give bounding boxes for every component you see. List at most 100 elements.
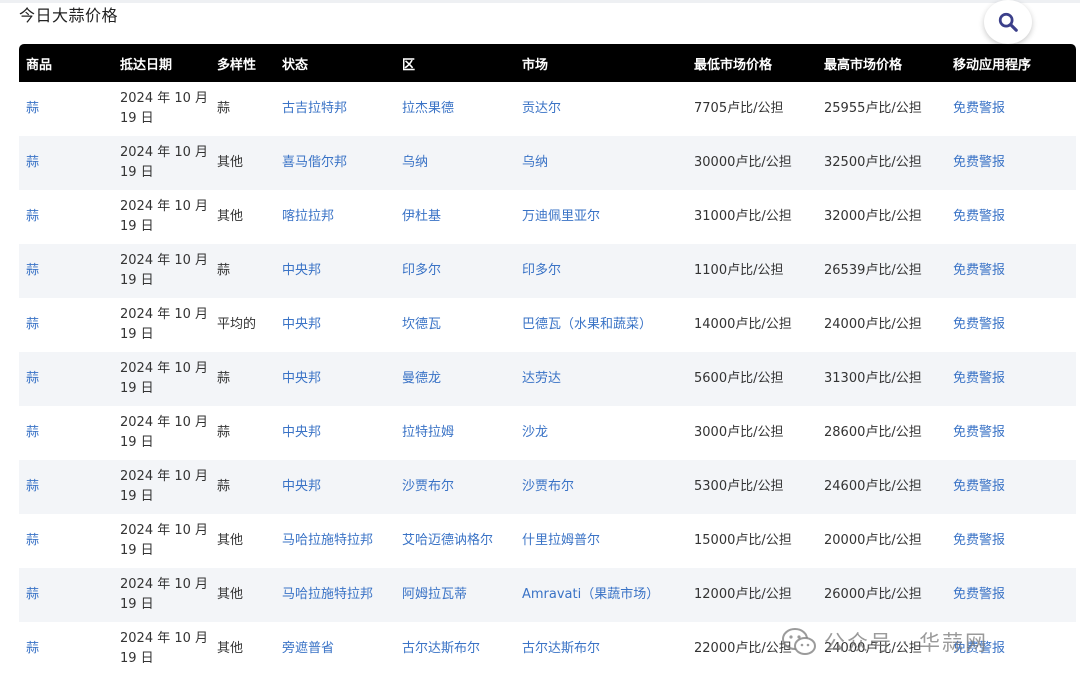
cell-max-price: 25955卢比/公担 bbox=[824, 101, 922, 116]
cell-market[interactable]: 达劳达 bbox=[522, 371, 561, 386]
cell-state[interactable]: 中央邦 bbox=[282, 263, 321, 278]
cell-commodity-cell: 蒜 bbox=[19, 298, 113, 352]
cell-variety: 其他 bbox=[217, 641, 244, 656]
cell-state[interactable]: 中央邦 bbox=[282, 425, 321, 440]
cell-arrival-date-cell: 2024 年 10 月 19 日 bbox=[113, 244, 210, 298]
cell-district[interactable]: 乌纳 bbox=[402, 155, 428, 170]
cell-max-price: 28600卢比/公担 bbox=[824, 425, 922, 440]
cell-commodity[interactable]: 蒜 bbox=[26, 209, 39, 224]
cell-market-cell: 沙贾布尔 bbox=[515, 460, 687, 514]
cell-free-alert-link[interactable]: 免费警报 bbox=[953, 587, 1005, 602]
cell-district-cell: 沙贾布尔 bbox=[395, 460, 515, 514]
cell-market[interactable]: 贡达尔 bbox=[522, 101, 561, 116]
cell-state[interactable]: 中央邦 bbox=[282, 479, 321, 494]
col-header-district[interactable]: 区 bbox=[395, 44, 515, 82]
cell-arrival-date: 2024 年 10 月 19 日 bbox=[120, 307, 209, 342]
cell-state[interactable]: 喜马偕尔邦 bbox=[282, 155, 347, 170]
cell-district[interactable]: 坎德瓦 bbox=[402, 317, 441, 332]
col-header-max-price[interactable]: 最高市场价格 bbox=[817, 44, 946, 82]
col-header-mobile-app[interactable]: 移动应用程序 bbox=[946, 44, 1076, 82]
cell-market[interactable]: 万迪佩里亚尔 bbox=[522, 209, 600, 224]
cell-arrival-date: 2024 年 10 月 19 日 bbox=[120, 253, 209, 288]
cell-market[interactable]: 什里拉姆普尔 bbox=[522, 533, 600, 548]
cell-free-alert-link[interactable]: 免费警报 bbox=[953, 533, 1005, 548]
cell-state[interactable]: 中央邦 bbox=[282, 371, 321, 386]
cell-market[interactable]: 印多尔 bbox=[522, 263, 561, 278]
cell-max-price-cell: 24000卢比/公担 bbox=[817, 298, 946, 352]
cell-commodity[interactable]: 蒜 bbox=[26, 371, 39, 386]
cell-district[interactable]: 曼德龙 bbox=[402, 371, 441, 386]
cell-market[interactable]: Amravati（果蔬市场） bbox=[522, 587, 659, 602]
cell-commodity[interactable]: 蒜 bbox=[26, 587, 39, 602]
cell-min-price: 30000卢比/公担 bbox=[694, 155, 792, 170]
cell-district[interactable]: 印多尔 bbox=[402, 263, 441, 278]
cell-commodity[interactable]: 蒜 bbox=[26, 479, 39, 494]
cell-variety: 其他 bbox=[217, 533, 244, 548]
cell-market[interactable]: 巴德瓦（水果和蔬菜） bbox=[522, 317, 652, 332]
cell-state[interactable]: 马哈拉施特拉邦 bbox=[282, 587, 373, 602]
cell-district[interactable]: 拉杰果德 bbox=[402, 101, 454, 116]
cell-arrival-date: 2024 年 10 月 19 日 bbox=[120, 91, 209, 126]
cell-district[interactable]: 拉特拉姆 bbox=[402, 425, 454, 440]
cell-arrival-date-cell: 2024 年 10 月 19 日 bbox=[113, 568, 210, 622]
cell-max-price-cell: 32500卢比/公担 bbox=[817, 136, 946, 190]
cell-district-cell: 阿姆拉瓦蒂 bbox=[395, 568, 515, 622]
cell-commodity[interactable]: 蒜 bbox=[26, 317, 39, 332]
cell-commodity[interactable]: 蒜 bbox=[26, 155, 39, 170]
cell-free-alert-link-cell: 免费警报 bbox=[946, 244, 1076, 298]
col-header-market[interactable]: 市场 bbox=[515, 44, 687, 82]
cell-district[interactable]: 阿姆拉瓦蒂 bbox=[402, 587, 467, 602]
col-header-variety[interactable]: 多样性 bbox=[210, 44, 275, 82]
cell-max-price-cell: 20000卢比/公担 bbox=[817, 514, 946, 568]
cell-free-alert-link[interactable]: 免费警报 bbox=[953, 371, 1005, 386]
cell-market[interactable]: 乌纳 bbox=[522, 155, 548, 170]
cell-state[interactable]: 中央邦 bbox=[282, 317, 321, 332]
cell-market-cell: 什里拉姆普尔 bbox=[515, 514, 687, 568]
cell-arrival-date: 2024 年 10 月 19 日 bbox=[120, 577, 209, 612]
table-row: 蒜 2024 年 10 月 19 日其他 马哈拉施特拉邦 艾哈迈德讷格尔 什里拉姆普尔 1… bbox=[19, 514, 1076, 568]
cell-commodity[interactable]: 蒜 bbox=[26, 533, 39, 548]
cell-free-alert-link[interactable]: 免费警报 bbox=[953, 317, 1005, 332]
cell-free-alert-link[interactable]: 免费警报 bbox=[953, 263, 1005, 278]
cell-variety-cell: 其他 bbox=[210, 190, 275, 244]
cell-free-alert-link[interactable]: 免费警报 bbox=[953, 479, 1005, 494]
cell-variety-cell: 蒜 bbox=[210, 244, 275, 298]
cell-market[interactable]: 古尔达斯布尔 bbox=[522, 641, 600, 656]
cell-arrival-date-cell: 2024 年 10 月 19 日 bbox=[113, 352, 210, 406]
cell-min-price: 5600卢比/公担 bbox=[694, 371, 784, 386]
cell-min-price: 3000卢比/公担 bbox=[694, 425, 784, 440]
col-header-min-price[interactable]: 最低市场价格 bbox=[687, 44, 817, 82]
search-button[interactable] bbox=[984, 0, 1032, 44]
cell-state[interactable]: 马哈拉施特拉邦 bbox=[282, 533, 373, 548]
cell-free-alert-link-cell: 免费警报 bbox=[946, 190, 1076, 244]
table-row: 蒜 2024 年 10 月 19 日蒜中央邦 曼德龙 达劳达 5600卢比/公担 3130… bbox=[19, 352, 1076, 406]
cell-max-price-cell: 32000卢比/公担 bbox=[817, 190, 946, 244]
cell-district[interactable]: 艾哈迈德讷格尔 bbox=[402, 533, 493, 548]
cell-commodity[interactable]: 蒜 bbox=[26, 425, 39, 440]
cell-min-price-cell: 14000卢比/公担 bbox=[687, 298, 817, 352]
col-header-state[interactable]: 状态 bbox=[275, 44, 395, 82]
cell-free-alert-link[interactable]: 免费警报 bbox=[953, 155, 1005, 170]
cell-free-alert-link-cell: 免费警报 bbox=[946, 514, 1076, 568]
cell-state[interactable]: 喀拉拉邦 bbox=[282, 209, 334, 224]
cell-max-price-cell: 26000卢比/公担 bbox=[817, 568, 946, 622]
cell-district[interactable]: 古尔达斯布尔 bbox=[402, 641, 480, 656]
cell-market[interactable]: 沙贾布尔 bbox=[522, 479, 574, 494]
cell-market[interactable]: 沙龙 bbox=[522, 425, 548, 440]
cell-commodity[interactable]: 蒜 bbox=[26, 641, 39, 656]
cell-state[interactable]: 古吉拉特邦 bbox=[282, 101, 347, 116]
col-header-commodity[interactable]: 商品 bbox=[19, 44, 113, 82]
cell-free-alert-link[interactable]: 免费警报 bbox=[953, 101, 1005, 116]
cell-state[interactable]: 旁遮普省 bbox=[282, 641, 334, 656]
cell-arrival-date-cell: 2024 年 10 月 19 日 bbox=[113, 406, 210, 460]
cell-district[interactable]: 伊杜基 bbox=[402, 209, 441, 224]
cell-commodity-cell: 蒜 bbox=[19, 568, 113, 622]
cell-district[interactable]: 沙贾布尔 bbox=[402, 479, 454, 494]
cell-commodity[interactable]: 蒜 bbox=[26, 263, 39, 278]
cell-state-cell: 中央邦 bbox=[275, 298, 395, 352]
cell-free-alert-link[interactable]: 免费警报 bbox=[953, 641, 1005, 656]
col-header-arrival-date[interactable]: 抵达日期 bbox=[113, 44, 210, 82]
cell-free-alert-link[interactable]: 免费警报 bbox=[953, 209, 1005, 224]
cell-commodity[interactable]: 蒜 bbox=[26, 101, 39, 116]
cell-free-alert-link[interactable]: 免费警报 bbox=[953, 425, 1005, 440]
